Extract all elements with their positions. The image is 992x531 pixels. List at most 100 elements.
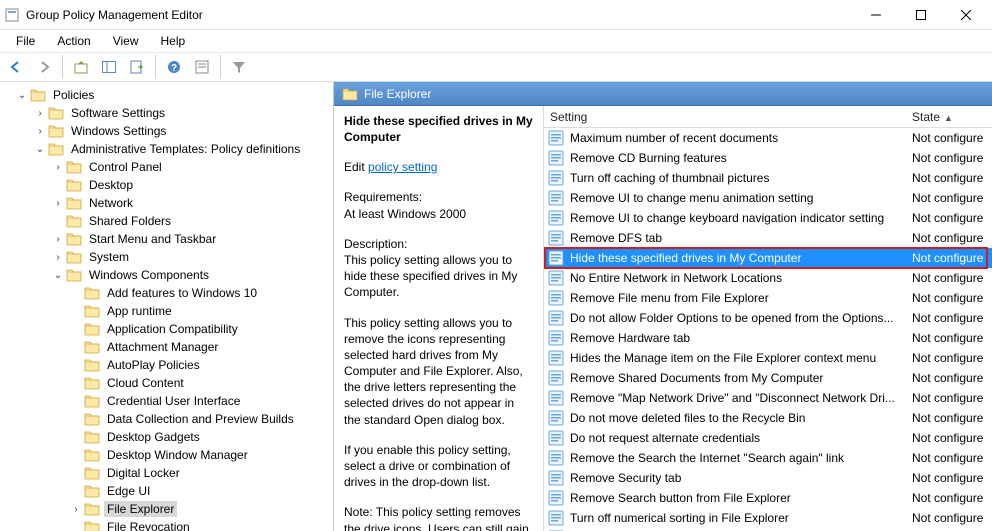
setting-row[interactable]: Remove Shared Documents from My Computer…	[544, 368, 992, 388]
show-hide-console-tree-button[interactable]	[97, 55, 121, 79]
chevron-right-icon[interactable]: ›	[70, 504, 82, 515]
tree-item[interactable]: ·Shared Folders	[0, 212, 333, 230]
setting-row[interactable]: Turn off numerical sorting in File Explo…	[544, 508, 992, 528]
help-button[interactable]: ?	[162, 55, 186, 79]
menu-view[interactable]: View	[103, 32, 149, 50]
policy-item-icon	[548, 130, 564, 146]
menu-help[interactable]: Help	[151, 32, 196, 50]
tree-item[interactable]: ·Add features to Windows 10	[0, 284, 333, 302]
setting-name: Remove the Search the Internet "Search a…	[570, 451, 912, 465]
folder-icon	[66, 213, 82, 229]
policy-item-icon	[548, 250, 564, 266]
requirements-value: At least Windows 2000	[344, 207, 466, 221]
setting-row[interactable]: Turn off caching of thumbnail picturesNo…	[544, 168, 992, 188]
setting-row[interactable]: Remove "Map Network Drive" and "Disconne…	[544, 388, 992, 408]
tree-item[interactable]: ›System	[0, 248, 333, 266]
setting-row[interactable]: Hide these specified drives in My Comput…	[544, 248, 992, 268]
setting-row[interactable]: Remove Search button from File ExplorerN…	[544, 488, 992, 508]
tree-item[interactable]: ·Edge UI	[0, 482, 333, 500]
tree-item[interactable]: ·Desktop Gadgets	[0, 428, 333, 446]
chevron-down-icon[interactable]: ⌄	[34, 144, 46, 155]
edit-policy-link[interactable]: policy setting	[368, 160, 437, 174]
column-headers[interactable]: Setting State▲	[544, 106, 992, 128]
col-setting[interactable]: Setting	[550, 110, 587, 124]
setting-row[interactable]: Remove the Search the Internet "Search a…	[544, 448, 992, 468]
setting-row[interactable]: Maximum number of recent documentsNot co…	[544, 128, 992, 148]
setting-row[interactable]: Remove Security tabNot configure	[544, 468, 992, 488]
tree-item[interactable]: ·Application Compatibility	[0, 320, 333, 338]
chevron-right-icon[interactable]: ›	[34, 108, 46, 119]
setting-row[interactable]: Do not move deleted files to the Recycle…	[544, 408, 992, 428]
tree-item[interactable]: ·AutoPlay Policies	[0, 356, 333, 374]
folder-icon	[66, 177, 82, 193]
description-pane: Hide these specified drives in My Comput…	[334, 106, 544, 531]
forward-button[interactable]	[32, 55, 56, 79]
tree-item[interactable]: ⌄Policies	[0, 86, 333, 104]
setting-row[interactable]: Remove File menu from File ExplorerNot c…	[544, 288, 992, 308]
properties-button[interactable]	[190, 55, 214, 79]
setting-row[interactable]: Hides the Manage item on the File Explor…	[544, 348, 992, 368]
tree-pane[interactable]: ⌄Policies › Software Settings›Windows Sett…	[0, 82, 334, 531]
folder-icon	[48, 105, 64, 121]
description-text-1: This policy setting allows you to hide t…	[344, 253, 517, 299]
policy-item-icon	[548, 470, 564, 486]
description-text-2: This policy setting allows you to remove…	[344, 315, 533, 428]
tree-item[interactable]: ·Cloud Content	[0, 374, 333, 392]
tree-item[interactable]: ›Control Panel	[0, 158, 333, 176]
setting-row[interactable]: Remove DFS tabNot configure	[544, 228, 992, 248]
policy-item-icon	[548, 410, 564, 426]
tree-item[interactable]: ›File Explorer	[0, 500, 333, 518]
tree-item-label: Data Collection and Preview Builds	[104, 411, 297, 427]
tree-item-label: Windows Components	[86, 267, 212, 283]
folder-icon	[84, 285, 100, 301]
tree-item[interactable]: ·Desktop Window Manager	[0, 446, 333, 464]
export-list-button[interactable]	[125, 55, 149, 79]
minimize-button[interactable]	[853, 0, 898, 29]
tree-item[interactable]: ›Network	[0, 194, 333, 212]
tree-item[interactable]: ·File Revocation	[0, 518, 333, 531]
chevron-right-icon[interactable]: ›	[52, 252, 64, 263]
tree-item-label: Start Menu and Taskbar	[86, 231, 219, 247]
tree-item-label: App runtime	[104, 303, 175, 319]
tree-item-label: Credential User Interface	[104, 393, 243, 409]
tree-item[interactable]: › Start Menu and Taskbar	[0, 230, 333, 248]
setting-row[interactable]: Remove Hardware tabNot configure	[544, 328, 992, 348]
setting-state: Not configure	[912, 311, 992, 325]
setting-row[interactable]: Do not allow Folder Options to be opened…	[544, 308, 992, 328]
chevron-down-icon[interactable]: ⌄	[16, 90, 28, 101]
tree-item[interactable]: ·Data Collection and Preview Builds	[0, 410, 333, 428]
tree-item[interactable]: ·Attachment Manager	[0, 338, 333, 356]
setting-row[interactable]: Do not request alternate credentialsNot …	[544, 428, 992, 448]
settings-list-pane: Setting State▲ Maximum number of recent …	[544, 106, 992, 531]
chevron-right-icon[interactable]: ›	[52, 162, 64, 173]
setting-row[interactable]: No Entire Network in Network LocationsNo…	[544, 268, 992, 288]
menu-file[interactable]: File	[6, 32, 45, 50]
setting-row[interactable]: Remove UI to change menu animation setti…	[544, 188, 992, 208]
filter-button[interactable]	[227, 55, 251, 79]
chevron-down-icon[interactable]: ⌄	[52, 270, 64, 281]
tree-item[interactable]: ·Credential User Interface	[0, 392, 333, 410]
chevron-right-icon[interactable]: ›	[52, 198, 64, 209]
tree-item[interactable]: › Software Settings	[0, 104, 333, 122]
tree-item-label: Administrative Templates: Policy definit…	[68, 141, 303, 157]
tree-item-label: Software Settings	[68, 105, 168, 121]
setting-row[interactable]: Remove CD Burning featuresNot configure	[544, 148, 992, 168]
back-button[interactable]	[4, 55, 28, 79]
folder-icon	[84, 501, 100, 517]
tree-item[interactable]: ›Windows Settings	[0, 122, 333, 140]
setting-row[interactable]: Remove UI to change keyboard navigation …	[544, 208, 992, 228]
menu-action[interactable]: Action	[47, 32, 100, 50]
up-button[interactable]	[69, 55, 93, 79]
tree-item[interactable]: ·Digital Locker	[0, 464, 333, 482]
tree-item[interactable]: ·App runtime	[0, 302, 333, 320]
tree-item[interactable]: ⌄ Administrative Templates: Policy defini…	[0, 140, 333, 158]
chevron-right-icon[interactable]: ›	[52, 234, 64, 245]
tree-item[interactable]: ·Desktop	[0, 176, 333, 194]
tree-item[interactable]: ⌄ Windows Components	[0, 266, 333, 284]
setting-state: Not configure	[912, 251, 992, 265]
chevron-right-icon[interactable]: ›	[34, 126, 46, 137]
maximize-button[interactable]	[898, 0, 943, 29]
close-button[interactable]	[943, 0, 988, 29]
folder-icon	[48, 141, 64, 157]
col-state[interactable]: State	[912, 110, 940, 124]
